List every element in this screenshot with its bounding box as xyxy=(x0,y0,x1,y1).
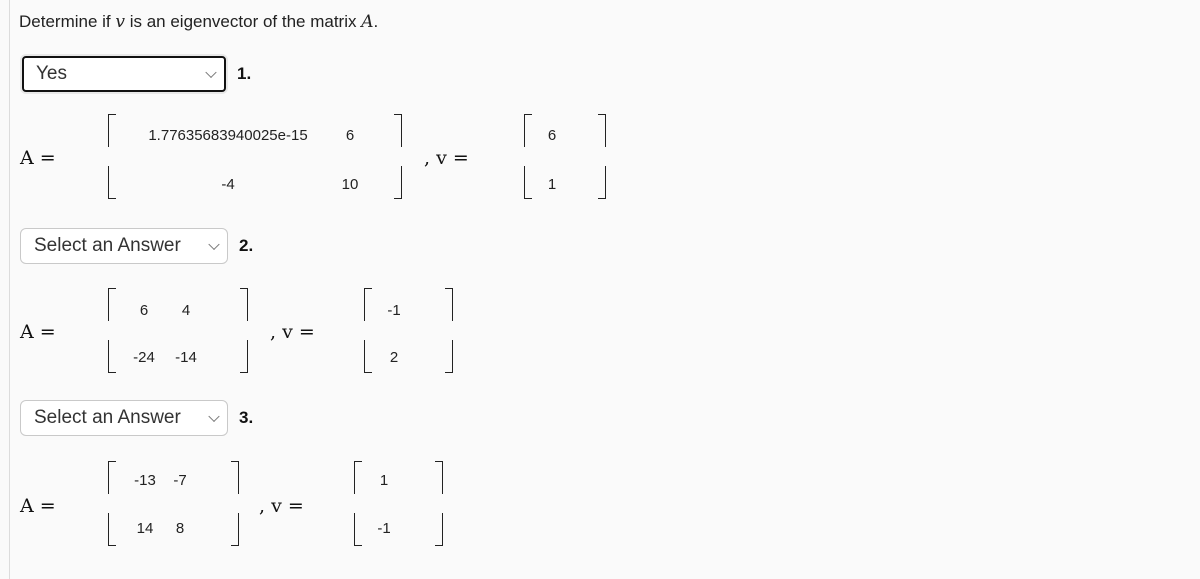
vector-right-bracket xyxy=(445,340,453,373)
vector-v-label: , v = xyxy=(270,321,315,343)
matrix-right-bracket xyxy=(240,288,248,321)
select-value: Yes xyxy=(36,63,67,84)
select-value: Select an Answer xyxy=(34,235,181,256)
matrix-cell: -7 xyxy=(173,472,187,489)
prompt-var-v: v xyxy=(115,12,125,32)
question-3-answer-select[interactable]: Select an Answer xyxy=(20,400,228,436)
select-value: Select an Answer xyxy=(34,407,181,428)
vector-left-bracket xyxy=(364,340,372,373)
matrix-cell: 10 xyxy=(341,176,359,193)
prompt-var-A: A xyxy=(361,12,374,32)
question-3-answer-row: Select an Answer 3. xyxy=(20,400,253,436)
question-prompt: Determine if v is an eigenvector of the … xyxy=(19,12,378,32)
question-number: 1. xyxy=(237,64,252,83)
vector-left-bracket xyxy=(524,166,532,199)
matrix-right-bracket xyxy=(231,513,239,546)
vector-left-bracket xyxy=(364,288,372,321)
vector-left-bracket xyxy=(354,461,362,494)
matrix-cell: 6 xyxy=(345,127,355,144)
vector-cell: -1 xyxy=(387,302,401,319)
vector-cell: 1 xyxy=(379,472,389,489)
vector-right-bracket xyxy=(445,288,453,321)
matrix-right-bracket xyxy=(394,114,402,147)
vector-left-bracket xyxy=(354,513,362,546)
vector-right-bracket xyxy=(435,513,443,546)
chevron-down-icon xyxy=(208,410,220,423)
matrix-left-bracket xyxy=(108,513,116,546)
vector-v-label: , v = xyxy=(259,495,304,517)
matrix-A-label: A = xyxy=(20,495,56,517)
question-1-math: A = 1.77635683940025e-15 6 -4 10 , v = 6… xyxy=(0,110,700,210)
matrix-left-bracket xyxy=(108,340,116,373)
prompt-text-middle: is an eigenvector of the matrix xyxy=(124,12,362,31)
matrix-left-bracket xyxy=(108,461,116,494)
matrix-right-bracket xyxy=(240,340,248,373)
vector-cell: -1 xyxy=(377,520,391,537)
prompt-text-after: . xyxy=(373,12,379,31)
prompt-text-before: Determine if xyxy=(19,12,116,31)
vector-cell: 2 xyxy=(389,349,399,366)
matrix-cell: -24 xyxy=(133,349,155,366)
question-1-answer-select[interactable]: Yes xyxy=(22,56,226,92)
matrix-cell: -4 xyxy=(221,176,235,193)
vector-v-label: , v = xyxy=(424,147,469,169)
question-number: 3. xyxy=(239,408,254,427)
matrix-left-bracket xyxy=(108,114,116,147)
matrix-cell: -13 xyxy=(134,472,156,489)
vector-left-bracket xyxy=(524,114,532,147)
chevron-down-icon xyxy=(208,238,220,251)
matrix-right-bracket xyxy=(231,461,239,494)
matrix-cell: 14 xyxy=(136,520,154,537)
vector-cell: 1 xyxy=(547,176,557,193)
vector-right-bracket xyxy=(598,114,606,147)
question-3-math: A = -13 -7 14 8 , v = 1 -1 xyxy=(0,458,700,558)
matrix-cell: 1.77635683940025e-15 xyxy=(148,127,308,144)
vector-cell: 6 xyxy=(547,127,557,144)
matrix-cell: -14 xyxy=(175,349,197,366)
question-1-answer-row: Yes 1. xyxy=(22,56,251,92)
vector-right-bracket xyxy=(435,461,443,494)
matrix-left-bracket xyxy=(108,288,116,321)
chevron-down-icon xyxy=(205,66,217,79)
question-2-answer-row: Select an Answer 2. xyxy=(20,228,253,264)
matrix-A-label: A = xyxy=(20,147,56,169)
matrix-cell: 8 xyxy=(175,520,185,537)
matrix-cell: 6 xyxy=(139,302,149,319)
question-2-answer-select[interactable]: Select an Answer xyxy=(20,228,228,264)
matrix-cell: 4 xyxy=(181,302,191,319)
vector-right-bracket xyxy=(598,166,606,199)
question-number: 2. xyxy=(239,236,254,255)
matrix-right-bracket xyxy=(394,166,402,199)
matrix-left-bracket xyxy=(108,166,116,199)
question-2-math: A = 6 4 -24 -14 , v = -1 2 xyxy=(0,285,700,385)
matrix-A-label: A = xyxy=(20,321,56,343)
